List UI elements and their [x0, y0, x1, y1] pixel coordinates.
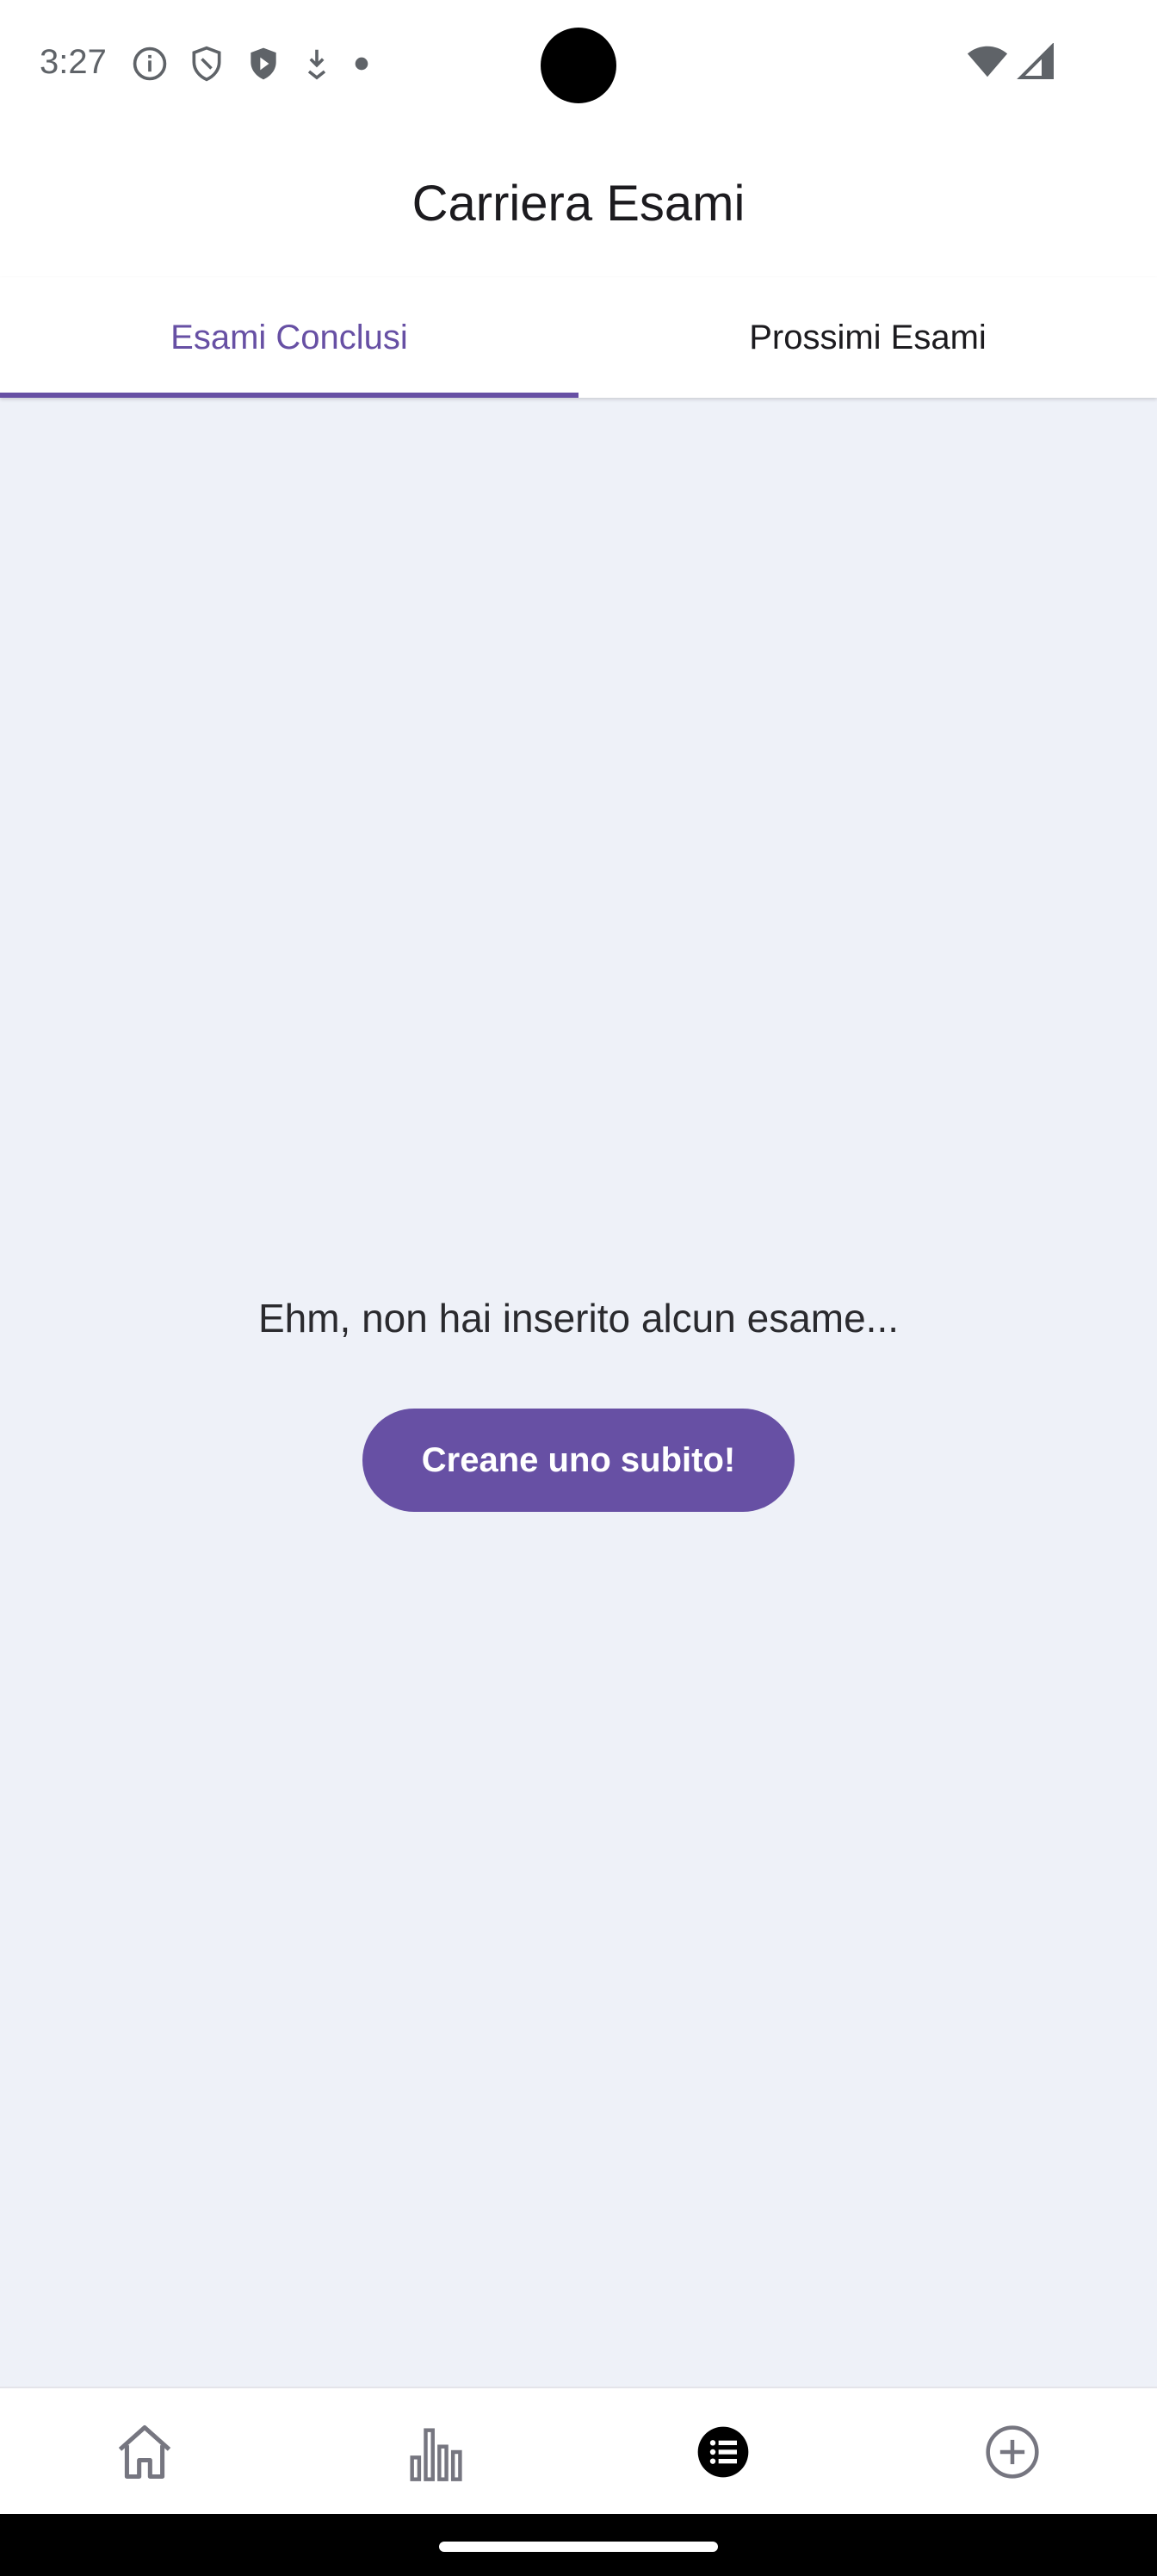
tab-bar: Esami Conclusi Prossimi Esami — [0, 277, 1157, 398]
bar-chart-icon — [401, 2419, 467, 2485]
camera-cutout — [541, 28, 616, 103]
home-icon — [112, 2419, 177, 2485]
nav-home[interactable] — [0, 2388, 289, 2516]
tab-esami-conclusi[interactable]: Esami Conclusi — [0, 277, 578, 398]
dot-icon — [351, 45, 372, 83]
shield-icon — [188, 45, 226, 83]
page-title: Carriera Esami — [411, 175, 746, 232]
list-icon — [696, 2424, 751, 2480]
nav-statistics[interactable] — [289, 2388, 578, 2516]
nav-add-exam[interactable] — [868, 2388, 1157, 2516]
nav-exam-list[interactable] — [578, 2388, 868, 2516]
signal-icon — [1016, 42, 1054, 85]
play-shield-icon — [244, 45, 282, 83]
app-bar: Carriera Esami — [0, 129, 1157, 277]
info-icon — [131, 45, 169, 83]
status-bar: 3:27 — [0, 0, 1157, 129]
main-content: Ehm, non hai inserito alcun esame... Cre… — [0, 398, 1157, 2387]
gesture-handle[interactable] — [439, 2542, 718, 2552]
status-icons-left — [131, 43, 372, 84]
bottom-nav — [0, 2387, 1157, 2516]
tab-prossimi-esami[interactable]: Prossimi Esami — [578, 277, 1157, 398]
add-circle-icon — [983, 2423, 1042, 2481]
download-icon — [301, 45, 332, 83]
create-exam-button[interactable]: Creane uno subito! — [362, 1409, 795, 1512]
status-icons-right — [966, 42, 1054, 85]
status-time: 3:27 — [40, 43, 107, 81]
system-navigation-bar — [0, 2514, 1157, 2576]
empty-state-message: Ehm, non hai inserito alcun esame... — [257, 1296, 900, 1341]
wifi-icon — [966, 43, 1009, 85]
